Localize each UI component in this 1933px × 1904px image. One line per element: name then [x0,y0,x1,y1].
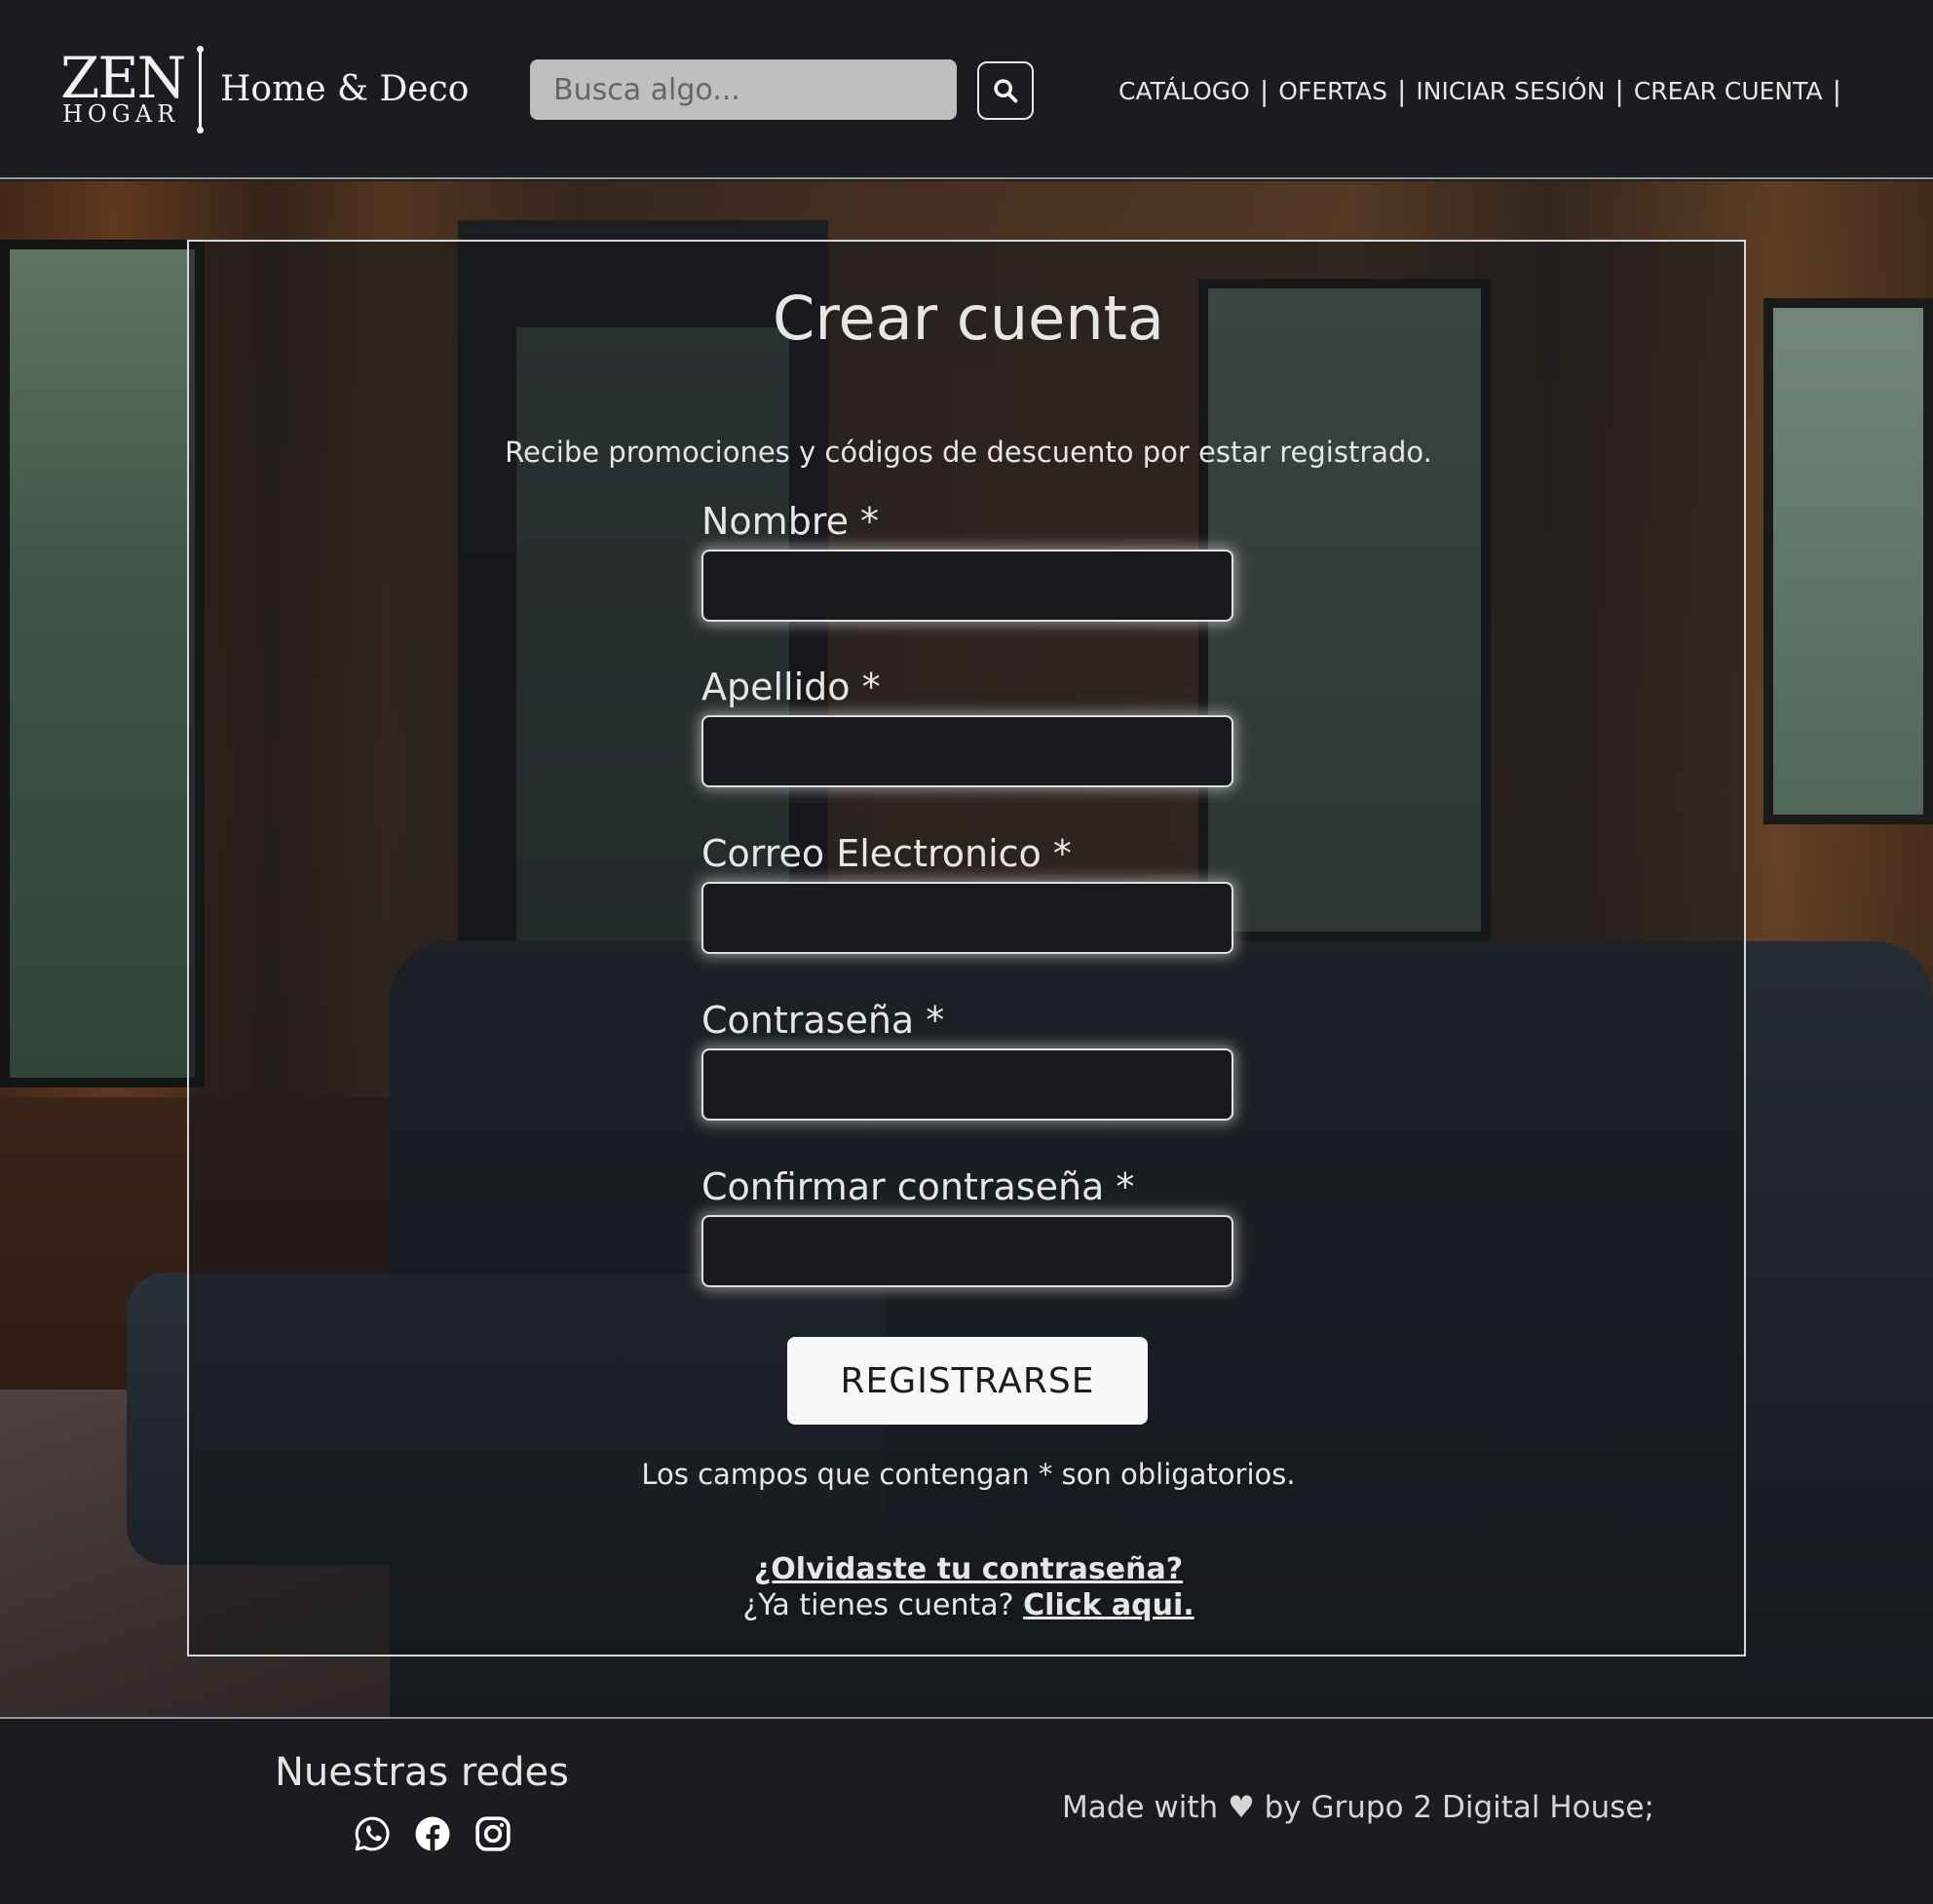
nav-separator: | [1832,75,1842,107]
instagram-icon[interactable] [472,1812,514,1855]
logo[interactable]: ZEN HOGAR Home & Deco [58,46,469,134]
nav-catalogo[interactable]: CATÁLOGO [1118,74,1250,109]
nav-crear-cuenta[interactable]: CREAR CUENTA [1634,74,1823,109]
nav-separator: | [1396,75,1407,107]
nombre-label: Nombre * [701,500,880,543]
logo-brand-sub: HOGAR [62,100,180,128]
nav-iniciar-sesion[interactable]: INICIAR SESIÓN [1416,74,1605,109]
whatsapp-icon[interactable] [351,1812,394,1855]
login-row: ¿Ya tienes cuenta? Click aqui. [189,1587,1748,1624]
search-button[interactable] [977,61,1034,120]
main-nav: CATÁLOGO | OFERTAS | INICIAR SESIÓN | CR… [1118,74,1851,109]
have-account-text: ¿Ya tienes cuenta? [742,1588,1014,1622]
forgot-password-row: ¿Olvidaste tu contraseña? [189,1551,1748,1588]
logo-tagline: Home & Deco [220,69,470,109]
confirm-password-label: Confirmar contraseña * [701,1165,1135,1208]
email-label: Correo Electronico * [701,832,1072,875]
apellido-label: Apellido * [701,666,881,708]
background-window-far-right [1763,298,1933,824]
background-window-left [0,240,205,1087]
forgot-password-link[interactable]: ¿Olvidaste tu contraseña? [754,1552,1183,1586]
password-field[interactable] [701,1048,1233,1121]
search-input[interactable] [530,59,957,120]
register-form: Crear cuenta Recibe promociones y código… [187,240,1746,1656]
nav-separator: | [1614,75,1624,107]
login-link[interactable]: Click aqui. [1023,1588,1194,1622]
required-note: Los campos que contengan * son obligator… [641,1458,1296,1491]
logo-divider [197,46,204,133]
password-label: Contraseña * [701,999,945,1042]
footer-credit: Made with ♥ by Grupo 2 Digital House; [1062,1790,1654,1825]
confirm-password-field[interactable] [701,1215,1233,1287]
form-subtitle: Recibe promociones y códigos de descuent… [505,436,1432,469]
email-field[interactable] [701,882,1233,954]
page-title: Crear cuenta [773,283,1164,354]
register-button[interactable]: REGISTRARSE [787,1337,1148,1425]
nav-separator: | [1259,75,1270,107]
site-footer: Nuestras redes Made with ♥ by Grupo 2 Di… [0,1717,1933,1904]
nav-ofertas[interactable]: OFERTAS [1278,74,1387,109]
social-links [351,1812,514,1857]
facebook-icon[interactable] [411,1812,454,1855]
nombre-field[interactable] [701,550,1233,622]
social-heading: Nuestras redes [275,1750,569,1795]
search-icon [994,79,1018,103]
apellido-field[interactable] [701,715,1233,787]
site-header: ZEN HOGAR Home & Deco CATÁLOGO | OFERTAS… [0,0,1933,179]
